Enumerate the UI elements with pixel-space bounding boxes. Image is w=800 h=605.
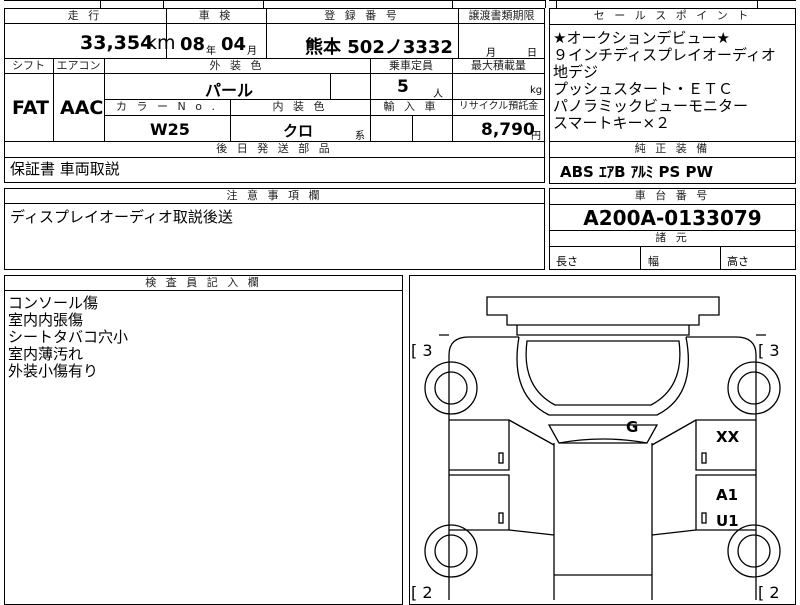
damage-mark-right-mid-u: U1 bbox=[716, 512, 739, 530]
damage-tag-top-right: [ 3 bbox=[758, 341, 780, 360]
width-label: 幅 bbox=[648, 255, 659, 268]
interior-color-label: 内 装 色 bbox=[272, 100, 328, 113]
aircon-label: エアコン bbox=[56, 59, 101, 72]
sales-point-line: ９インチディスプレイオーディオ bbox=[553, 46, 776, 64]
max-load-unit: kg bbox=[530, 85, 543, 96]
genuine-equipment-label: 純 正 装 備 bbox=[634, 142, 711, 155]
max-load-label: 最大積載量 bbox=[471, 59, 526, 72]
damage-mark-windshield: G bbox=[626, 418, 639, 436]
inspector-line: 室内内張傷 bbox=[8, 311, 84, 329]
top-info-table bbox=[4, 8, 545, 142]
inspector-notes: コンソール傷 室内内張傷 シートタバコ穴小 室内薄汚れ 外装小傷有り bbox=[8, 295, 128, 380]
damage-tag-bottom-left: [ 2 bbox=[411, 583, 433, 602]
recycle-unit: 円 bbox=[531, 131, 541, 142]
transfer-day-unit: 日 bbox=[527, 48, 537, 59]
shift-label: シフト bbox=[12, 59, 45, 72]
mileage-value: 33,354 bbox=[80, 32, 154, 54]
inspection-label: 車 検 bbox=[198, 9, 234, 22]
chassis-number: A200A-0133079 bbox=[583, 206, 762, 230]
damage-tag-top-left: [ 3 bbox=[411, 341, 433, 360]
sales-point-line: 地デジ bbox=[553, 63, 599, 81]
shift-value: FAT bbox=[12, 97, 49, 119]
sales-points-list: ★オークションデビュー★ ９インチディスプレイオーディオ 地デジ プッシュスター… bbox=[553, 30, 776, 132]
notes-value: ディスプレイオーディオ取説後送 bbox=[10, 208, 233, 226]
notes-label: 注 意 事 項 欄 bbox=[226, 189, 323, 202]
mileage-unit: km bbox=[146, 32, 176, 54]
recycle-value: 8,790 bbox=[481, 120, 535, 140]
chassis-label: 車 台 番 号 bbox=[634, 189, 711, 202]
mileage-label: 走 行 bbox=[67, 9, 103, 22]
sales-point-line: プッシュスタート・ＥＴＣ bbox=[553, 80, 734, 98]
registration-label: 登 録 番 号 bbox=[324, 9, 400, 22]
aircon-value: AAC bbox=[60, 97, 104, 119]
later-parts-label: 後 日 発 送 部 品 bbox=[216, 142, 333, 155]
color-no-label: カ ラ ー N o . bbox=[116, 100, 218, 113]
inspector-line: シートタバコ穴小 bbox=[8, 328, 129, 346]
damage-mark-right-front: XX bbox=[716, 428, 740, 446]
exterior-color-label: 外 装 色 bbox=[209, 59, 265, 72]
inspector-line: コンソール傷 bbox=[8, 294, 99, 312]
damage-tag-bottom-right: [ 2 bbox=[758, 583, 780, 602]
color-no-value: W25 bbox=[150, 120, 190, 139]
registration-value: 熊本 502ノ3332 bbox=[305, 37, 453, 58]
damage-mark-right-mid-a: A1 bbox=[716, 486, 739, 504]
inspection-month: 04 bbox=[221, 34, 247, 55]
transfer-deadline-label: 譲渡書類期限 bbox=[468, 9, 535, 22]
capacity-value: 5 bbox=[397, 77, 409, 97]
import-label: 輸 入 車 bbox=[383, 100, 439, 113]
capacity-label: 乗車定員 bbox=[389, 59, 433, 72]
interior-color-value: クロ bbox=[283, 122, 314, 140]
genuine-equipment-value: ABS ｴｱB ｱﾙﾐ PS PW bbox=[560, 163, 714, 181]
recycle-label: リサイクル預託金 bbox=[458, 101, 539, 112]
interior-color-unit: 系 bbox=[355, 131, 365, 142]
exterior-color-value: パール bbox=[205, 81, 254, 100]
later-parts-value: 保証書 車両取説 bbox=[10, 160, 120, 178]
inspection-year: 08 bbox=[180, 34, 206, 55]
inspector-label: 検 査 員 記 入 欄 bbox=[145, 276, 262, 289]
sales-points-label: セ ー ル ス ポ イ ン ト bbox=[593, 9, 752, 22]
inspection-year-unit: 年 bbox=[206, 46, 216, 57]
length-label: 長さ bbox=[556, 255, 578, 268]
dimensions-label: 諸 元 bbox=[655, 231, 690, 244]
inspection-month-unit: 月 bbox=[247, 46, 257, 57]
transfer-month-unit: 月 bbox=[486, 48, 496, 59]
sales-point-line: ★オークションデビュー★ bbox=[553, 29, 730, 47]
inspector-line: 外装小傷有り bbox=[8, 362, 99, 380]
sales-point-line: パノラミックビューモニター bbox=[553, 97, 749, 115]
height-label: 高さ bbox=[727, 255, 749, 268]
sales-point-line: スマートキー×２ bbox=[553, 114, 671, 132]
inspector-line: 室内薄汚れ bbox=[8, 345, 84, 363]
capacity-unit: 人 bbox=[433, 89, 443, 100]
